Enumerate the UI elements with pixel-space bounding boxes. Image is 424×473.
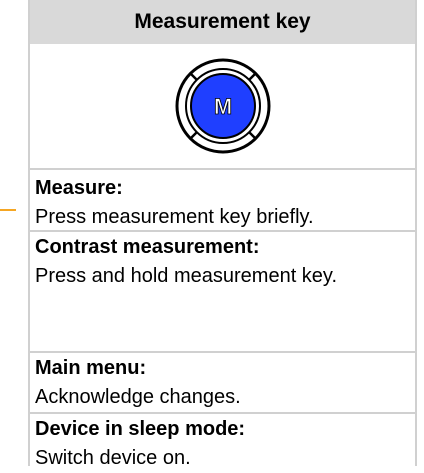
section-title: Main menu: (35, 357, 147, 379)
measurement-key-table: Measurement key M Measure: Press measure… (28, 0, 417, 469)
section-contrast-measurement: Contrast measurement: Press and hold mea… (30, 232, 415, 353)
section-title: Measure: (35, 177, 123, 199)
key-letter: M (213, 94, 231, 119)
measurement-key-icon: M (175, 58, 270, 154)
section-title: Device in sleep mode: (35, 418, 246, 440)
callout-pointer-line (0, 209, 16, 211)
section-description: Press measurement key briefly. (35, 206, 314, 228)
section-description: Switch device on. (35, 447, 191, 469)
section-sleep-mode: Device in sleep mode: Switch device on. (30, 414, 415, 473)
section-description: Press and hold measurement key. (35, 265, 338, 287)
section-description: Acknowledge changes. (35, 386, 241, 408)
section-main-menu: Main menu: Acknowledge changes. (30, 353, 415, 414)
table-title: Measurement key (134, 10, 311, 33)
table-header: Measurement key (30, 0, 415, 44)
section-measure: Measure: Press measurement key briefly. (30, 170, 415, 232)
section-title: Contrast measurement: (35, 236, 260, 258)
key-icon-cell: M (30, 44, 415, 170)
